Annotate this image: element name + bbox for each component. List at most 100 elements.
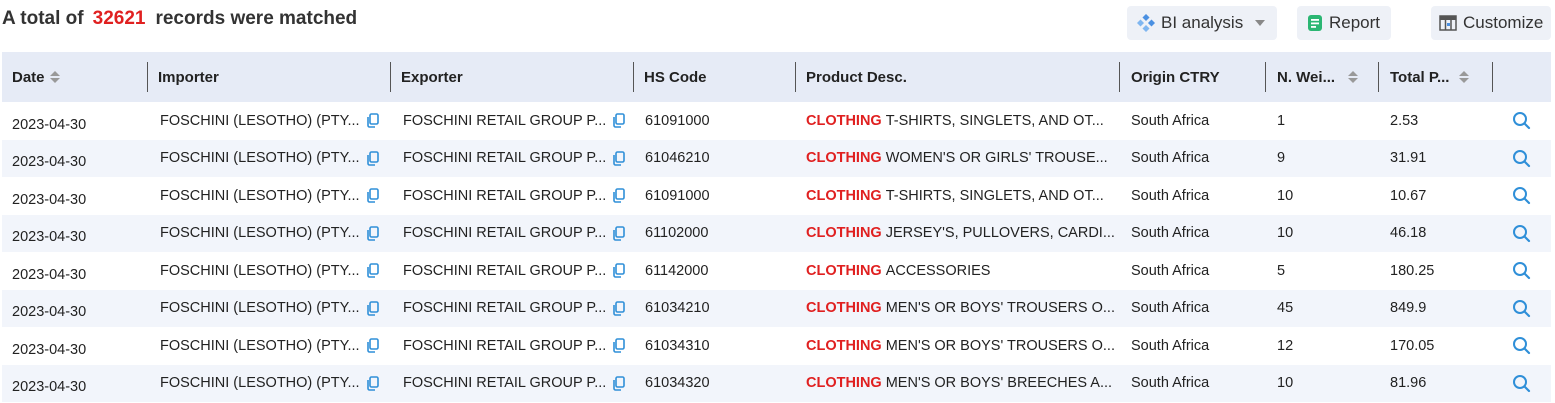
copy-icon[interactable]: [366, 150, 379, 166]
copy-icon[interactable]: [612, 300, 626, 316]
search-icon[interactable]: [1512, 111, 1531, 130]
product-keyword: CLOTHING: [806, 375, 882, 392]
exporter-name[interactable]: FOSCHINI RETAIL GROUP P...: [403, 150, 606, 166]
report-button[interactable]: Report: [1297, 6, 1391, 40]
copy-icon[interactable]: [366, 300, 379, 316]
exporter-name[interactable]: FOSCHINI RETAIL GROUP P...: [403, 338, 606, 354]
date-header-label: Date: [12, 68, 45, 86]
record-count: 32621: [92, 8, 146, 29]
column-header-importer: Importer: [148, 52, 391, 102]
results-toolbar: A total of 32621 records were matched BI a…: [0, 0, 1555, 46]
exporter-header-label: Exporter: [401, 68, 463, 86]
copy-icon[interactable]: [366, 375, 379, 391]
importer-name[interactable]: FOSCHINI (LESOTHO) (PTY...: [160, 263, 360, 279]
weight-cell: 12: [1277, 337, 1294, 354]
weight-header-label: N. Wei...: [1277, 68, 1336, 86]
copy-icon[interactable]: [366, 225, 379, 241]
total-cell: 849.9: [1390, 300, 1427, 317]
date-cell: 2023-04-30: [12, 191, 87, 208]
importer-name[interactable]: FOSCHINI (LESOTHO) (PTY...: [160, 225, 360, 241]
product-cell: CLOTHING MEN'S OR BOYS' TROUSERS O...: [806, 327, 1114, 365]
exporter-name[interactable]: FOSCHINI RETAIL GROUP P...: [403, 188, 606, 204]
exporter-name[interactable]: FOSCHINI RETAIL GROUP P...: [403, 225, 606, 241]
product-description: MEN'S OR BOYS' BREECHES A...: [885, 375, 1113, 392]
weight-cell: 9: [1277, 150, 1286, 167]
importer-name[interactable]: FOSCHINI (LESOTHO) (PTY...: [160, 375, 360, 391]
copy-icon[interactable]: [612, 150, 626, 166]
date-cell: 2023-04-30: [12, 266, 87, 283]
customize-button[interactable]: Customize: [1431, 6, 1551, 40]
exporter-name[interactable]: FOSCHINI RETAIL GROUP P...: [403, 375, 606, 391]
column-header-hs-code: HS Code: [634, 52, 796, 102]
results-summary: A total of 32621 records were matched: [2, 8, 357, 30]
weight-cell: 1: [1277, 112, 1286, 129]
copy-icon[interactable]: [366, 263, 379, 279]
product-keyword: CLOTHING: [806, 300, 882, 317]
exporter-cell: FOSCHINI RETAIL GROUP P...: [403, 177, 628, 215]
product-cell: CLOTHING MEN'S OR BOYS' BREECHES A...: [806, 365, 1114, 403]
exporter-cell: FOSCHINI RETAIL GROUP P...: [403, 215, 628, 253]
copy-icon[interactable]: [612, 338, 626, 354]
search-icon[interactable]: [1512, 224, 1531, 243]
copy-icon[interactable]: [612, 188, 626, 204]
column-header-weight[interactable]: N. Wei...: [1266, 52, 1379, 102]
exporter-cell: FOSCHINI RETAIL GROUP P...: [403, 327, 628, 365]
hs-code-cell: 61046210: [645, 150, 710, 167]
hs-code-cell: 61034310: [645, 337, 710, 354]
product-header-label: Product Desc.: [806, 68, 907, 86]
exporter-name[interactable]: FOSCHINI RETAIL GROUP P...: [403, 113, 606, 129]
table-row: 2023-04-30 FOSCHINI (LESOTHO) (PTY... FO…: [2, 364, 1551, 403]
product-keyword: CLOTHING: [806, 150, 882, 167]
search-icon[interactable]: [1512, 149, 1531, 168]
search-icon[interactable]: [1512, 374, 1531, 393]
sort-icon[interactable]: [1348, 71, 1359, 83]
search-icon[interactable]: [1512, 186, 1531, 205]
hs-code-cell: 61034320: [645, 375, 710, 392]
product-cell: CLOTHING T-SHIRTS, SINGLETS, AND OT...: [806, 177, 1114, 215]
column-divider[interactable]: [1492, 62, 1493, 92]
sort-icon[interactable]: [49, 71, 60, 83]
total-header-label: Total P...: [1390, 68, 1450, 86]
importer-name[interactable]: FOSCHINI (LESOTHO) (PTY...: [160, 338, 360, 354]
importer-name[interactable]: FOSCHINI (LESOTHO) (PTY...: [160, 113, 360, 129]
search-icon[interactable]: [1512, 261, 1531, 280]
copy-icon[interactable]: [612, 263, 626, 279]
date-cell: 2023-04-30: [12, 341, 87, 358]
product-description: JERSEY'S, PULLOVERS, CARDI...: [885, 225, 1114, 242]
copy-icon[interactable]: [366, 113, 379, 129]
product-description: ACCESSORIES: [885, 262, 991, 279]
weight-cell: 45: [1277, 300, 1294, 317]
importer-name[interactable]: FOSCHINI (LESOTHO) (PTY...: [160, 188, 360, 204]
bi-analysis-dropdown[interactable]: BI analysis: [1127, 6, 1277, 40]
exporter-name[interactable]: FOSCHINI RETAIL GROUP P...: [403, 300, 606, 316]
importer-name[interactable]: FOSCHINI (LESOTHO) (PTY...: [160, 150, 360, 166]
product-keyword: CLOTHING: [806, 337, 882, 354]
product-description: WOMEN'S OR GIRLS' TROUSE...: [885, 150, 1108, 167]
bi-diamond-icon: [1137, 14, 1155, 32]
copy-icon[interactable]: [366, 338, 379, 354]
report-label: Report: [1329, 13, 1381, 32]
exporter-name[interactable]: FOSCHINI RETAIL GROUP P...: [403, 263, 606, 279]
search-icon[interactable]: [1512, 299, 1531, 318]
origin-cell: South Africa: [1131, 150, 1210, 167]
copy-icon[interactable]: [612, 113, 626, 129]
copy-icon[interactable]: [366, 188, 379, 204]
product-cell: CLOTHING ACCESSORIES: [806, 252, 1114, 290]
product-cell: CLOTHING MEN'S OR BOYS' TROUSERS O...: [806, 290, 1114, 328]
records-table: Date Importer Exporter HS Code Product D…: [2, 52, 1551, 402]
importer-header-label: Importer: [158, 68, 219, 86]
column-header-date[interactable]: Date: [2, 52, 148, 102]
importer-cell: FOSCHINI (LESOTHO) (PTY...: [160, 102, 385, 140]
search-icon[interactable]: [1512, 336, 1531, 355]
hs-header-label: HS Code: [644, 68, 707, 86]
exporter-cell: FOSCHINI RETAIL GROUP P...: [403, 140, 628, 178]
copy-icon[interactable]: [612, 375, 626, 391]
product-keyword: CLOTHING: [806, 262, 882, 279]
importer-name[interactable]: FOSCHINI (LESOTHO) (PTY...: [160, 300, 360, 316]
chevron-down-icon: [1255, 20, 1266, 26]
sort-icon[interactable]: [1459, 71, 1470, 83]
copy-icon[interactable]: [612, 225, 626, 241]
column-header-origin: Origin CTRY: [1120, 52, 1266, 102]
product-description: MEN'S OR BOYS' TROUSERS O...: [885, 337, 1114, 354]
column-header-total[interactable]: Total P...: [1379, 52, 1493, 102]
